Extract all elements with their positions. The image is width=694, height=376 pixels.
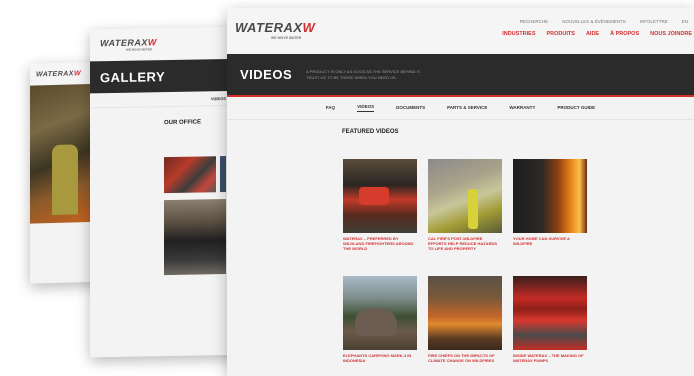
nav-industries[interactable]: INDUSTRIES	[502, 31, 535, 37]
tab-parts-service[interactable]: PARTS & SERVICE	[447, 105, 487, 112]
waterax-logo[interactable]: WATERAXW WE MOVE WATER	[235, 20, 315, 40]
featured-videos-heading: FEATURED VIDEOS	[342, 129, 399, 135]
page-title: VIDEOS	[240, 67, 293, 82]
video-card[interactable]: YOUR HOME CAN SURVIVE A WILDFIRE	[513, 159, 587, 246]
nav-about[interactable]: À PROPOS	[610, 31, 639, 37]
gallery-tabs: VIDEOS	[90, 90, 250, 109]
video-card[interactable]: FIRE CHIEFS ON THE IMPACTS OF CLIMATE CH…	[428, 276, 502, 363]
office-photo-pumps[interactable]	[164, 156, 216, 194]
office-photo-team[interactable]	[164, 199, 226, 276]
tab-videos[interactable]: VIDEOS	[211, 96, 226, 101]
tab-documents[interactable]: DOCUMENTS	[396, 105, 425, 112]
video-caption[interactable]: ELEPHANTS CARRYING MARK-3 IN INDONESIA	[343, 353, 417, 363]
video-card[interactable]: INSIDE WATERAX – THE MAKING OF WATERAX P…	[513, 276, 587, 363]
video-caption[interactable]: WATERAX – PREFERRED BY WILDLAND FIREFIGH…	[343, 236, 417, 251]
site-header: WATERAXW WE MOVE WATER RECHERCHE NOUVELL…	[227, 8, 694, 54]
tab-faq[interactable]: FAQ	[326, 105, 335, 112]
gallery-page-preview: WATERAXW WE MOVE WATER GALLERY VIDEOS OU…	[90, 26, 250, 358]
main-nav: INDUSTRIES PRODUITS AIDE À PROPOS NOUS J…	[502, 31, 692, 37]
nav-search[interactable]: RECHERCHE	[520, 19, 549, 24]
pumps-thumbnail[interactable]	[513, 276, 587, 350]
home-fire-thumbnail[interactable]	[513, 159, 587, 233]
elephant-thumbnail[interactable]	[343, 276, 417, 350]
gallery-page-logo: WATERAXW WE MOVE WATER	[100, 37, 157, 52]
nav-newsletter[interactable]: INFOLETTRE	[640, 19, 668, 24]
video-caption[interactable]: INSIDE WATERAX – THE MAKING OF WATERAX P…	[513, 353, 587, 363]
tab-product-guide[interactable]: PRODUCT GUIDE	[557, 105, 595, 112]
logo-tagline: WE MOVE WATER	[271, 36, 302, 40]
support-tabs: FAQ VIDEOS DOCUMENTS PARTS & SERVICE WAR…	[227, 97, 694, 120]
video-card[interactable]: WATERAX – PREFERRED BY WILDLAND FIREFIGH…	[343, 159, 417, 251]
banner-subtext: A PRODUCT IS ONLY AS GOOD AS THE SERVICE…	[306, 69, 421, 80]
office-photo-partial[interactable]	[220, 156, 226, 193]
videos-page: WATERAXW WE MOVE WATER RECHERCHE NOUVELL…	[227, 8, 694, 376]
firefighter-pump-thumbnail[interactable]	[343, 159, 417, 233]
gallery-banner: GALLERY	[90, 58, 250, 94]
videos-banner: VIDEOS A PRODUCT IS ONLY AS GOOD AS THE …	[227, 54, 694, 95]
nav-contact[interactable]: NOUS JOINDRE	[650, 31, 692, 37]
gallery-page-header: WATERAXW WE MOVE WATER	[90, 26, 250, 62]
video-card[interactable]: ELEPHANTS CARRYING MARK-3 IN INDONESIA	[343, 276, 417, 363]
back-page-logo: WATERAXW	[36, 69, 82, 78]
firefighter-photo	[30, 84, 90, 224]
wildfire-thumbnail[interactable]	[428, 276, 502, 350]
tab-videos[interactable]: VIDEOS	[357, 104, 375, 112]
nav-language[interactable]: EN	[682, 19, 688, 24]
nav-products[interactable]: PRODUITS	[547, 31, 575, 37]
video-caption[interactable]: YOUR HOME CAN SURVIVE A WILDFIRE	[513, 236, 587, 246]
nav-help[interactable]: AIDE	[586, 31, 599, 37]
chemical-crew-thumbnail[interactable]	[428, 159, 502, 233]
gallery-title: GALLERY	[100, 68, 166, 85]
video-caption[interactable]: CAL FIRE'S POST-WILDFIRE EFFORTS HELP RE…	[428, 236, 502, 251]
video-card[interactable]: CAL FIRE'S POST-WILDFIRE EFFORTS HELP RE…	[428, 159, 502, 251]
tab-warranty[interactable]: WARRANTY	[509, 105, 535, 112]
video-caption[interactable]: FIRE CHIEFS ON THE IMPACTS OF CLIMATE CH…	[428, 353, 502, 363]
nav-news-events[interactable]: NOUVELLES & ÉVÉNEMENTS	[562, 19, 626, 24]
utility-nav: RECHERCHE NOUVELLES & ÉVÉNEMENTS INFOLET…	[520, 19, 688, 24]
